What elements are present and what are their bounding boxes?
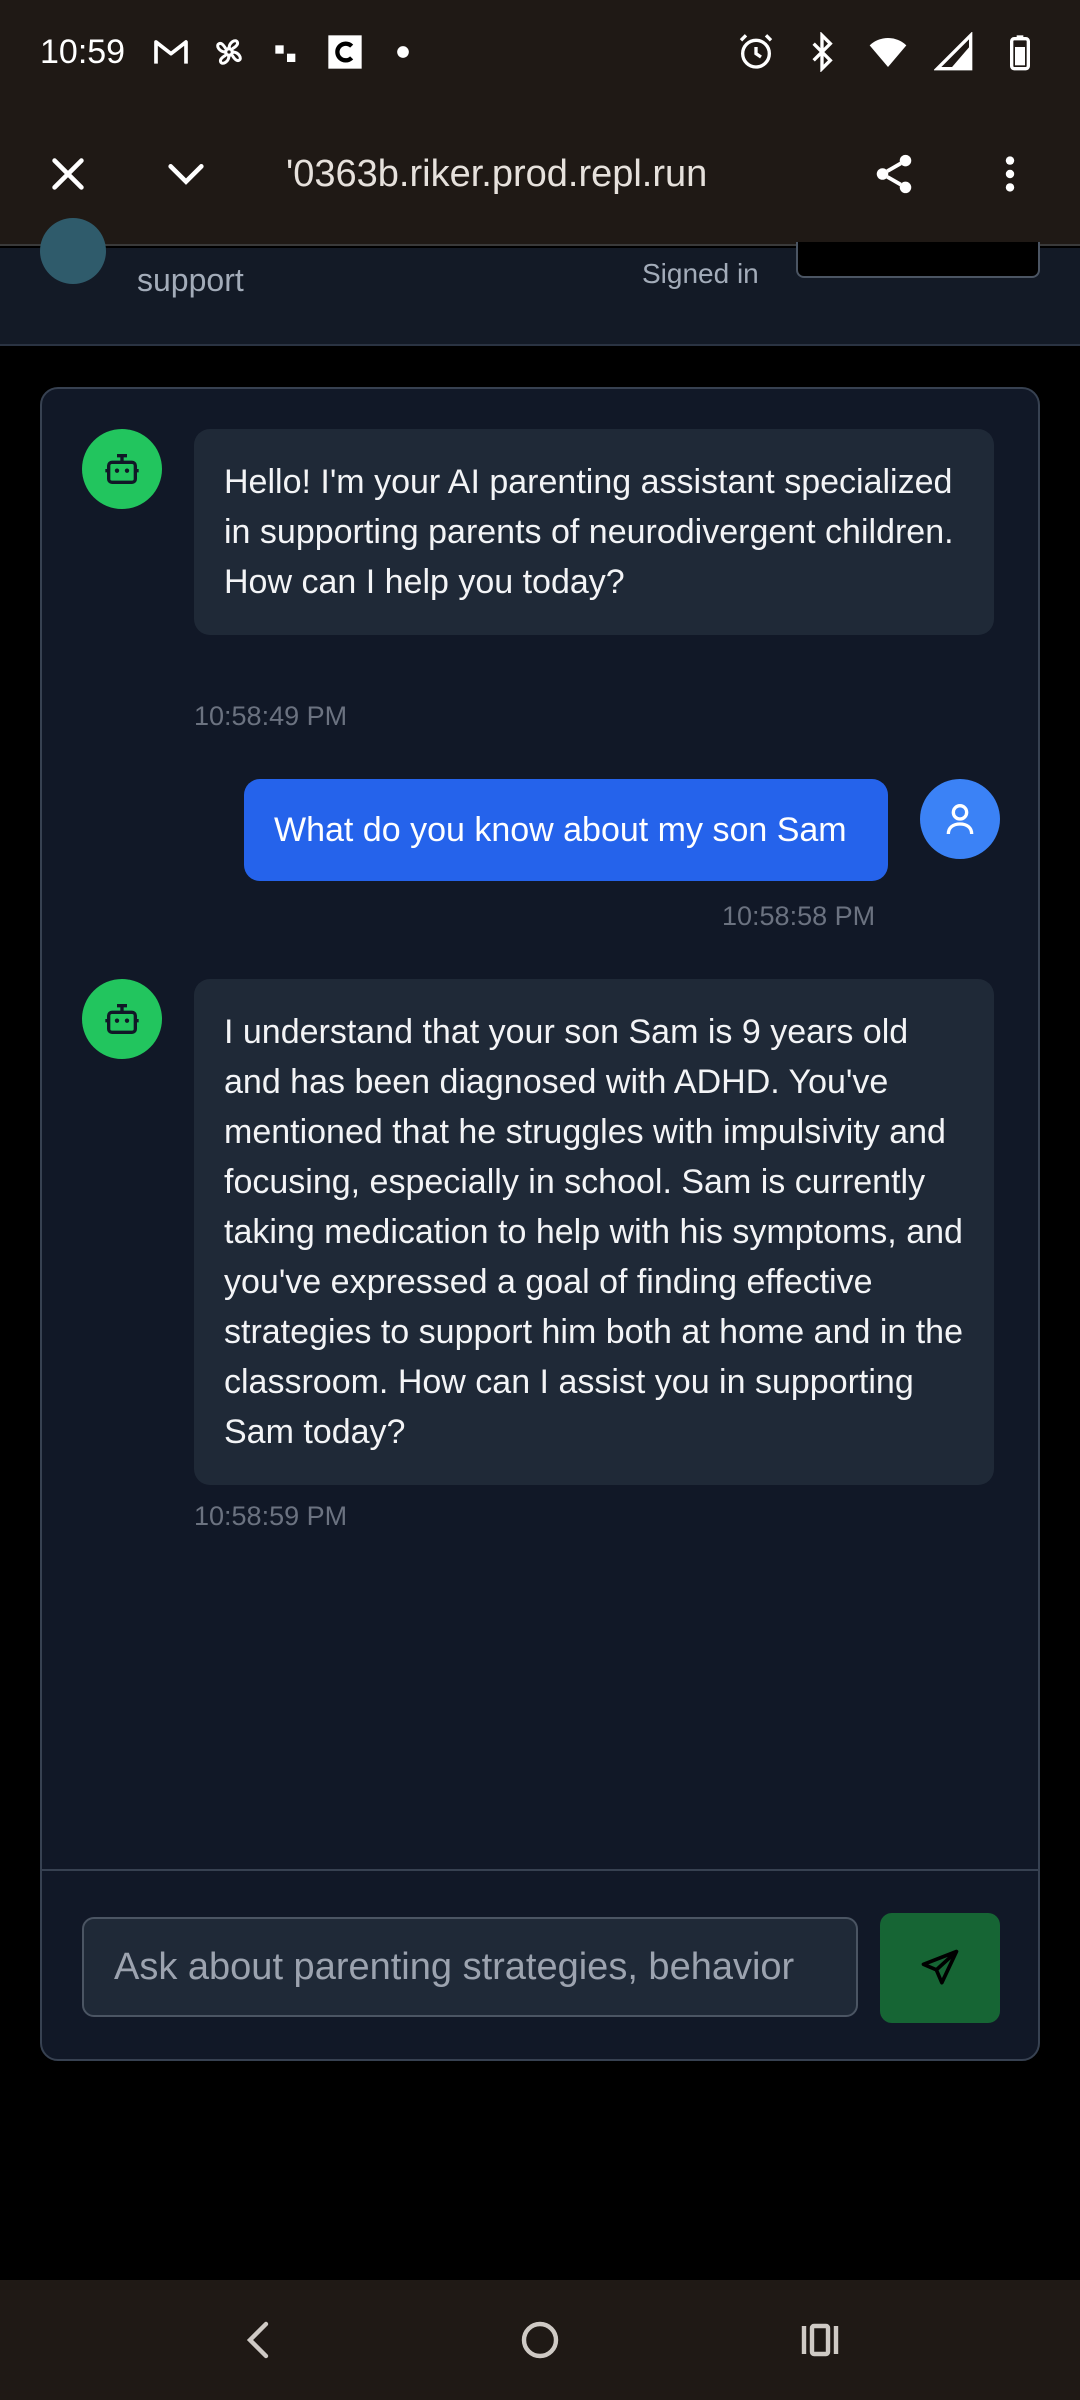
user-avatar (920, 779, 1000, 859)
app-dots-icon (267, 32, 307, 72)
back-icon (246, 2321, 269, 2359)
share-button[interactable] (844, 124, 944, 224)
close-icon (52, 158, 84, 190)
message-timestamp: 10:58:49 PM (194, 701, 348, 731)
chat-panel: Hello! I'm your AI parenting assistant s… (40, 387, 1040, 2061)
bot-avatar (82, 429, 162, 509)
send-icon (921, 1949, 959, 1985)
assistant-message: Hello! I'm your AI parenting assistant s… (194, 429, 994, 635)
bot-avatar (82, 979, 162, 1059)
more-options-button[interactable] (960, 124, 1060, 224)
user-icon (946, 804, 974, 835)
message-timestamp: 10:58:58 PM (722, 901, 876, 931)
collapse-button[interactable] (136, 124, 236, 224)
bot-icon (105, 1004, 139, 1034)
home-icon (521, 2321, 559, 2359)
status-bar: 10:59 (0, 0, 1080, 104)
status-time: 10:59 (40, 32, 126, 71)
pinwheel-icon (209, 32, 249, 72)
message-input[interactable] (82, 1917, 858, 2017)
send-button[interactable] (880, 1913, 1000, 2023)
system-nav-bar (0, 2280, 1080, 2400)
recents-icon (801, 2323, 839, 2357)
signal-icon (934, 32, 974, 72)
close-tab-button[interactable] (18, 124, 118, 224)
recents-button[interactable] (770, 2290, 870, 2390)
alarm-icon (736, 32, 776, 72)
battery-icon (1000, 32, 1040, 72)
header-action-button[interactable] (796, 242, 1040, 278)
chevron-down-icon (168, 164, 204, 185)
signed-in-status: Signed in (642, 258, 759, 289)
message-list[interactable]: Hello! I'm your AI parenting assistant s… (42, 389, 1038, 1869)
app-header: support Signed in (0, 218, 1080, 346)
assistant-message: I understand that your son Sam is 9 year… (194, 979, 994, 1485)
browser-toolbar: '0363b.riker.prod.repl.run (0, 104, 1080, 246)
bot-icon (105, 454, 139, 484)
c-app-icon (325, 32, 365, 72)
notification-dot-icon (383, 32, 423, 72)
more-vert-icon (1005, 156, 1015, 192)
composer (42, 1869, 1038, 2059)
bluetooth-icon (802, 32, 842, 72)
share-icon (876, 154, 912, 194)
app-subtitle: support (137, 262, 244, 298)
wifi-icon (868, 32, 908, 72)
back-button[interactable] (210, 2290, 310, 2390)
app-logo (40, 218, 106, 284)
url-bar[interactable]: '0363b.riker.prod.repl.run (236, 153, 844, 196)
user-message: What do you know about my son Sam (244, 779, 888, 881)
home-button[interactable] (490, 2290, 590, 2390)
message-timestamp: 10:58:59 PM (194, 1501, 348, 1531)
gmail-icon (151, 32, 191, 72)
